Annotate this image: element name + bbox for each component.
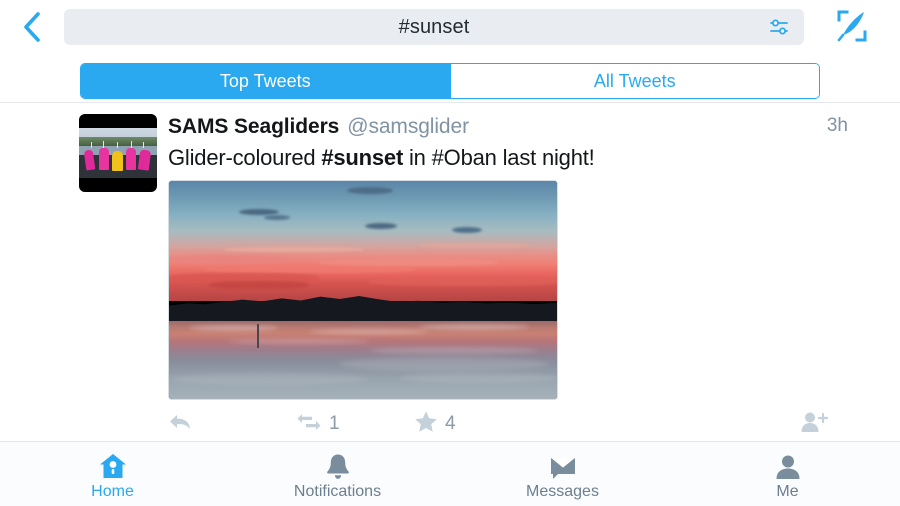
envelope-icon (549, 452, 577, 480)
tweet-hashtag-sunset[interactable]: #sunset (321, 145, 403, 170)
author-handle[interactable]: @samsglider (347, 115, 469, 139)
follow-user-button[interactable] (800, 406, 829, 442)
search-input[interactable]: #sunset (64, 9, 804, 45)
retweet-count: 1 (329, 413, 340, 434)
nav-item-notifications[interactable]: Notifications (225, 442, 450, 506)
tweet-author-row: SAMS Seagliders @samsglider 3h (168, 115, 868, 141)
nav-item-notifications-label: Notifications (293, 482, 382, 500)
compose-tweet-icon (835, 9, 869, 46)
nav-item-home[interactable]: Home (0, 442, 225, 506)
nav-item-messages-label: Messages (526, 482, 599, 500)
tab-top-tweets-label: Top Tweets (219, 70, 311, 91)
nav-item-messages[interactable]: Messages (450, 442, 675, 506)
retweet-icon (296, 412, 322, 437)
bottom-navigation-bar: Home Notifications Messages Me (0, 442, 900, 506)
reply-icon (168, 412, 192, 437)
home-birdhouse-icon (99, 452, 127, 480)
tweet-photo[interactable] (168, 180, 558, 400)
tab-all-tweets[interactable]: All Tweets (449, 64, 819, 98)
reply-button[interactable] (168, 406, 192, 442)
nav-item-me[interactable]: Me (675, 442, 900, 506)
bell-icon (325, 452, 351, 480)
follow-user-icon (800, 411, 829, 438)
chevron-left-icon (21, 10, 43, 44)
search-filter-icon[interactable] (768, 16, 790, 38)
star-icon (414, 410, 438, 438)
tab-all-tweets-label: All Tweets (593, 70, 676, 91)
favorite-count: 4 (445, 413, 456, 434)
twitter-search-screen: #sunset Top Tweets All Tweets SAMS Seagl… (0, 0, 900, 506)
nav-item-me-label: Me (776, 482, 799, 500)
back-button[interactable] (0, 0, 64, 54)
top-search-bar: #sunset (0, 0, 900, 54)
person-icon (775, 452, 801, 480)
tweet-item[interactable]: SAMS Seagliders @samsglider 3h Glider-co… (0, 103, 900, 442)
tweet-filter-tabs: Top Tweets All Tweets (80, 63, 820, 99)
tweet-text-part: in #Oban last night! (403, 145, 595, 170)
tweet-action-bar: 1 4 (0, 406, 900, 442)
tweet-text-part: Glider-coloured (168, 145, 322, 170)
tab-top-tweets[interactable]: Top Tweets (81, 64, 450, 98)
water-pole (257, 324, 259, 348)
nav-item-home-label: Home (91, 482, 134, 500)
favorite-button[interactable]: 4 (414, 406, 456, 442)
compose-tweet-button[interactable] (804, 0, 900, 54)
author-display-name[interactable]: SAMS Seagliders (168, 115, 339, 139)
tweet-timestamp: 3h (826, 115, 848, 136)
tweet-text: Glider-coloured #sunset in #Oban last ni… (168, 144, 868, 172)
avatar[interactable] (79, 114, 157, 192)
retweet-button[interactable]: 1 (296, 406, 340, 442)
search-query-text: #sunset (398, 16, 470, 38)
